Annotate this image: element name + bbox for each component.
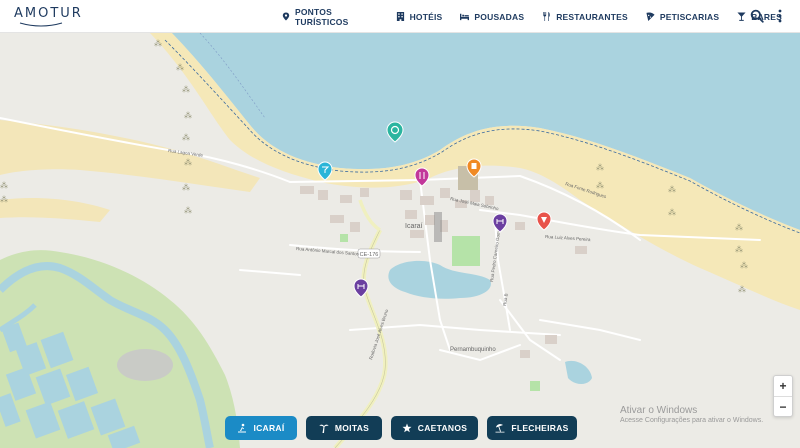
svg-text:⁂: ⁂ [184,206,192,215]
svg-text:⁂: ⁂ [0,181,8,190]
town-label: Icaraí [405,223,423,230]
green-field [452,236,480,266]
nav-item-restaurantes[interactable]: RESTAURANTES [542,12,628,22]
logo-text: AMOTUR [14,6,83,21]
svg-text:⁂: ⁂ [668,185,676,194]
svg-text:⁂: ⁂ [738,285,746,294]
cocktail-icon [737,12,746,21]
neighborhood-label: Pernambuquinho [450,347,496,353]
nav-item-pousadas[interactable]: POUSADAS [460,12,524,22]
more-vertical-icon[interactable] [775,9,785,23]
header: AMOTUR PONTOS TURÍSTICOS HOTÉIS POUSADAS… [0,0,800,33]
svg-text:⁂: ⁂ [184,158,192,167]
beach-button-label: CAETANOS [417,423,468,433]
bed-icon [460,13,470,21]
beach-person-icon [238,423,247,433]
zoom-out-button[interactable]: − [774,396,792,416]
pizza-slice-icon [646,12,655,21]
search-icon[interactable] [750,9,764,23]
hotel-icon [396,12,404,21]
beach-button-label: FLECHEIRAS [511,423,569,433]
nav-label: POUSADAS [474,11,525,22]
nav-item-pontos-turisticos[interactable]: PONTOS TURÍSTICOS [282,7,378,27]
logo-swoosh-icon [19,22,63,27]
green-spot [340,234,348,242]
main-nav: PONTOS TURÍSTICOS HOTÉIS POUSADAS RESTAU… [282,0,800,33]
nav-item-petiscarias[interactable]: PETISCARIAS [646,12,719,22]
beach-umbrella-icon [495,424,505,433]
beach-button-label: ICARAÍ [253,423,285,433]
cutlery-icon [543,12,550,21]
green-spot-2 [530,381,540,391]
logo[interactable]: AMOTUR [14,6,83,27]
svg-text:⁂: ⁂ [740,261,748,270]
map-canvas[interactable]: CE-176 ⁂ ⁂ ⁂ ⁂ ⁂ ⁂ ⁂ ⁂ ⁂ ⁂ ⁂ ⁂ ⁂ ⁂ ⁂ ⁂ ⁂ ⁂ Icaraí Pe… [0,33,800,448]
palm-tree-icon [319,424,329,433]
zoom-in-button[interactable]: + [774,376,792,396]
gray-patch [117,349,173,381]
windows-activation-watermark: Ativar o Windows Acesse Configurações pa… [620,405,763,424]
nav-label: HOTÉIS [409,11,443,22]
nav-label: PETISCARIAS [659,11,720,22]
svg-text:⁂: ⁂ [182,85,190,94]
nav-label: PONTOS TURÍSTICOS [295,6,349,27]
svg-text:⁂: ⁂ [596,181,604,190]
svg-text:⁂: ⁂ [0,195,8,204]
svg-text:CE-176: CE-176 [360,252,379,258]
beach-button-moitas[interactable]: MOITAS [306,416,382,440]
beach-button-flecheiras[interactable]: FLECHEIRAS [487,416,577,440]
watermark-subtitle: Acesse Configurações para ativar o Windo… [620,417,764,424]
map-pin-icon [282,12,290,21]
svg-text:⁂: ⁂ [668,208,676,217]
nav-label: RESTAURANTES [556,11,628,22]
svg-text:⁂: ⁂ [182,183,190,192]
svg-text:⁂: ⁂ [596,163,604,172]
zoom-control: + − [773,375,793,417]
beach-button-label: MOITAS [334,423,370,433]
svg-text:⁂: ⁂ [182,133,190,142]
svg-text:⁂: ⁂ [184,111,192,120]
svg-text:⁂: ⁂ [735,223,743,232]
nav-item-hoteis[interactable]: HOTÉIS [396,12,443,22]
svg-text:⁂: ⁂ [154,39,162,48]
app-root: AMOTUR PONTOS TURÍSTICOS HOTÉIS POUSADAS… [0,0,800,448]
beach-button-icarai[interactable]: ICARAÍ [225,416,297,440]
beach-selector: ICARAÍ MOITAS CAETANOS FLECHEIRAS [225,416,577,440]
beach-button-caetanos[interactable]: CAETANOS [391,416,478,440]
watermark-title: Ativar o Windows [620,405,698,416]
svg-text:⁂: ⁂ [735,245,743,254]
svg-text:⁂: ⁂ [176,63,184,72]
starfish-icon [402,423,412,433]
